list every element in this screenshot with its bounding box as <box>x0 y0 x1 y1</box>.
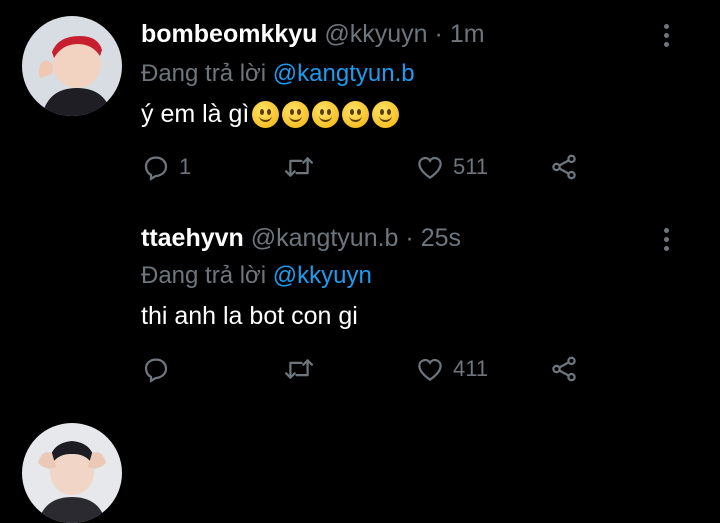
more-icon[interactable] <box>664 228 670 255</box>
like-icon <box>418 156 442 179</box>
display-name[interactable]: bombeomkkyu <box>141 20 317 48</box>
reply-context: Đang trả lời @kkyuyn <box>141 262 372 290</box>
share-icon <box>552 154 576 180</box>
reply-mention[interactable]: @kangtyun.b <box>273 60 415 87</box>
reply-count: 1 <box>179 154 192 179</box>
slightly-smiling-face-icon <box>342 101 370 128</box>
reply-icon <box>144 358 168 383</box>
tweet-actions: 1 511 <box>141 152 591 188</box>
avatar[interactable] <box>22 16 122 116</box>
reply-mention[interactable]: @kkyuyn <box>273 262 372 289</box>
tweet-text: ý em là gì <box>141 100 400 129</box>
reply-context: Đang trả lời @kangtyun.b <box>141 60 415 88</box>
timestamp[interactable]: 1m <box>450 20 485 48</box>
retweet-button[interactable] <box>283 152 323 182</box>
more-icon[interactable] <box>664 24 670 51</box>
reply-prefix: Đang trả lời <box>141 60 273 87</box>
share-button[interactable] <box>549 354 579 384</box>
retweet-icon <box>284 359 314 379</box>
share-button[interactable] <box>549 152 579 182</box>
user-handle[interactable]: @kangtyun.b <box>251 224 399 252</box>
tweet-header: ttaehyvn @kangtyun.b · 25s <box>141 224 461 253</box>
timestamp[interactable]: 25s <box>421 224 461 252</box>
slightly-smiling-face-icon <box>372 101 400 128</box>
slightly-smiling-face-icon <box>252 101 280 128</box>
like-button[interactable]: 511 <box>415 152 488 182</box>
reply-button[interactable] <box>141 354 179 384</box>
tweet-text-content: ý em là gì <box>141 100 250 128</box>
like-count: 511 <box>453 154 489 179</box>
like-button[interactable]: 411 <box>415 354 488 384</box>
share-icon <box>552 356 576 382</box>
separator: · <box>434 20 443 48</box>
tweet-actions: 411 <box>141 354 591 390</box>
retweet-icon <box>284 157 314 177</box>
reply-prefix: Đang trả lời <box>141 262 273 289</box>
retweet-button[interactable] <box>283 354 323 384</box>
reply-icon <box>144 156 168 181</box>
tweet[interactable]: ttaehyvn @kangtyun.b · 25s Đang trả lời … <box>0 204 720 523</box>
like-count: 411 <box>453 356 489 381</box>
separator: · <box>405 224 414 252</box>
slightly-smiling-face-icon <box>312 101 340 128</box>
tweet-header: bombeomkkyu @kkyuyn · 1m <box>141 20 485 49</box>
tweet-text: thi anh la bot con gi <box>141 302 358 331</box>
user-handle[interactable]: @kkyuyn <box>324 20 427 48</box>
slightly-smiling-face-icon <box>282 101 310 128</box>
like-icon <box>418 358 442 381</box>
display-name[interactable]: ttaehyvn <box>141 224 244 252</box>
avatar[interactable] <box>22 423 122 523</box>
tweet-text-content: thi anh la bot con gi <box>141 302 358 330</box>
tweet[interactable]: bombeomkkyu @kkyuyn · 1m Đang trả lời @k… <box>0 0 720 204</box>
reply-button[interactable]: 1 <box>141 152 191 182</box>
